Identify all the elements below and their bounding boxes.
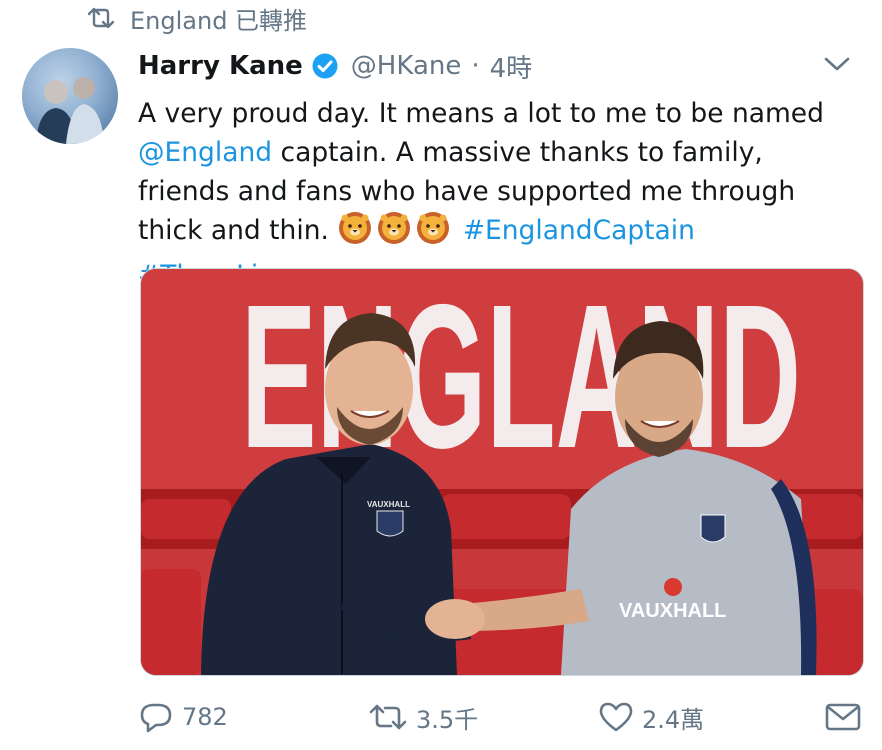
tweet-header: Harry Kane @HKane · 4時 [138, 46, 852, 86]
avatar[interactable] [22, 48, 118, 144]
tweet-text-line1: A very proud day. It means a lot to me t… [138, 98, 824, 129]
tweet-photo[interactable]: ENGLAND VAUXHALL VAUXHALL [140, 268, 864, 676]
shirt-sponsor-small-text: VAUXHALL [367, 500, 410, 509]
tweet-timestamp[interactable]: 4時 [490, 48, 533, 85]
direct-message-button[interactable] [824, 692, 862, 742]
heart-icon [598, 701, 634, 733]
retweet-button[interactable]: 3.5千 [368, 692, 478, 742]
retweet-context-text[interactable]: England 已轉推 [130, 1, 307, 36]
tweet-actions: 782 3.5千 2.4萬 [138, 692, 864, 742]
lion-face-icon [415, 211, 451, 256]
like-count: 2.4萬 [642, 705, 705, 734]
shirt-sponsor-text: VAUXHALL [619, 600, 726, 622]
lion-face-icon [376, 211, 412, 256]
tweet-text: A very proud day. It means a lot to me t… [138, 94, 858, 295]
lion-face-icon [337, 211, 373, 256]
envelope-icon [824, 701, 862, 733]
header-separator: · [471, 51, 480, 81]
reply-button[interactable]: 782 [138, 692, 228, 742]
verified-badge-icon [311, 52, 351, 80]
mention-link[interactable]: @England [138, 137, 272, 168]
chevron-down-icon[interactable] [822, 52, 852, 83]
retweet-context: England 已轉推 [86, 0, 307, 36]
reply-count: 782 [182, 703, 228, 731]
retweet-icon [86, 6, 116, 30]
retweet-count: 3.5千 [416, 705, 479, 734]
author-handle[interactable]: @HKane [351, 51, 462, 81]
reply-icon [138, 701, 174, 733]
retweet-icon [368, 702, 408, 732]
author-name[interactable]: Harry Kane [138, 51, 303, 81]
like-button[interactable]: 2.4萬 [598, 692, 704, 742]
hashtag-link[interactable]: #EnglandCaptain [463, 215, 695, 246]
